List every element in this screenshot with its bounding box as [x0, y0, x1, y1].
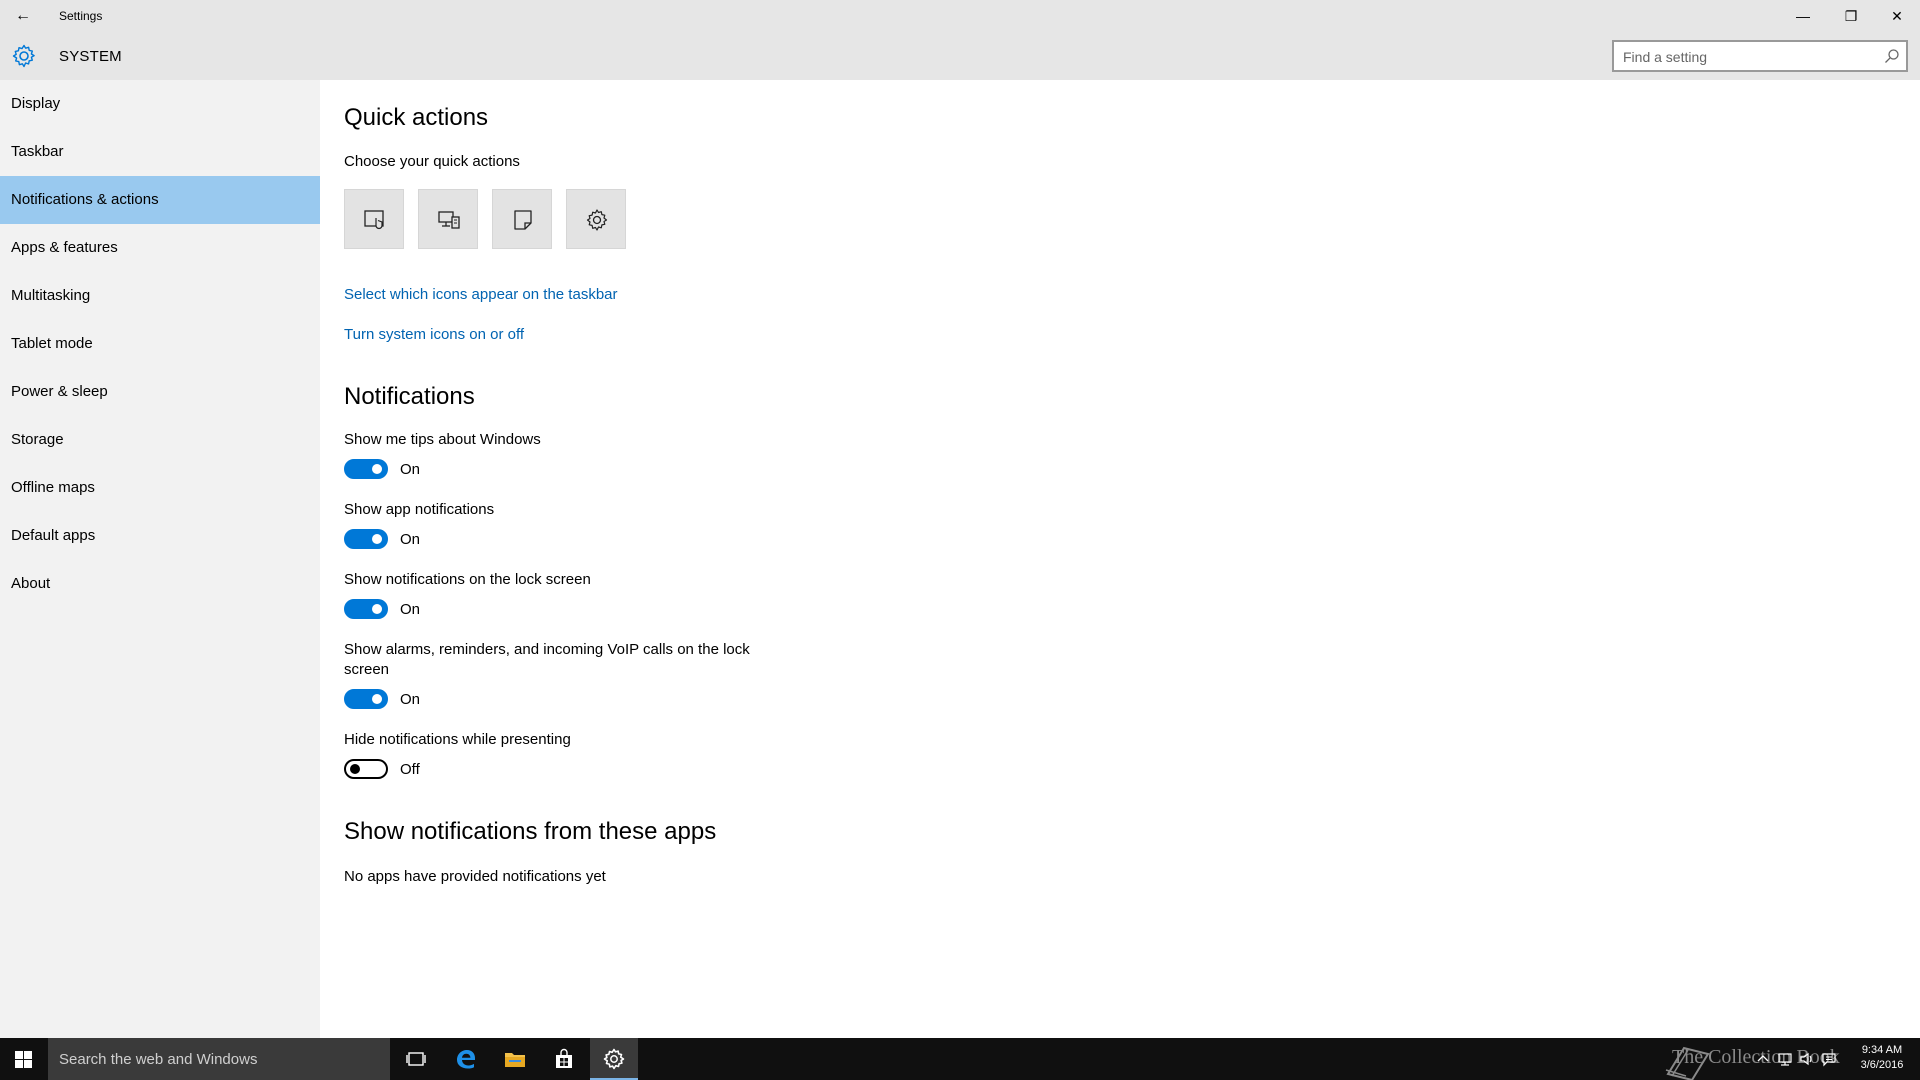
- task-view-icon: [406, 1052, 426, 1066]
- chevron-up-icon: [1757, 1055, 1769, 1062]
- search-placeholder: Find a setting: [1623, 49, 1708, 65]
- edge-browser-button[interactable]: [442, 1038, 490, 1080]
- edge-icon: [457, 1050, 475, 1069]
- taskbar-clock[interactable]: 9:34 AM 3/6/2016: [1852, 1043, 1912, 1073]
- tray-network-button[interactable]: [1774, 1038, 1796, 1080]
- sidebar-item-apps-features[interactable]: Apps & features: [0, 224, 320, 272]
- setting-label-alarms-line1: Show alarms, reminders, and incoming VoI…: [344, 641, 750, 658]
- taskbar-search-placeholder: Search the web and Windows: [59, 1051, 258, 1068]
- sidebar-item-notifications-actions[interactable]: Notifications & actions: [0, 176, 320, 224]
- settings-taskbar-button[interactable]: [590, 1038, 638, 1080]
- clock-time: 9:34 AM: [1861, 1044, 1903, 1056]
- file-explorer-button[interactable]: [491, 1038, 539, 1080]
- sidebar-item-default-apps[interactable]: Default apps: [0, 512, 320, 560]
- windows-logo-icon: [15, 1051, 32, 1068]
- sidebar-item-about[interactable]: About: [0, 560, 320, 608]
- taskbar: Search the web and Windows The Collectio…: [0, 1038, 1920, 1080]
- quick-actions-subheading: Choose your quick actions: [344, 153, 520, 170]
- tips-toggle-state: On: [400, 461, 421, 478]
- setting-label-app-notifications: Show app notifications: [344, 501, 495, 518]
- maximize-button[interactable]: ❐: [1828, 0, 1874, 32]
- select-taskbar-icons-link[interactable]: Select which icons appear on the taskbar: [344, 286, 618, 303]
- action-center-icon: [1822, 1053, 1836, 1067]
- main-content: Quick actions Choose your quick actions …: [320, 80, 1920, 1038]
- presenting-toggle-state: Off: [400, 761, 420, 778]
- note-icon: [514, 210, 532, 230]
- turn-system-icons-link[interactable]: Turn system icons on or off: [344, 326, 524, 343]
- alarms-toggle[interactable]: [344, 689, 388, 709]
- setting-label-lock-screen: Show notifications on the lock screen: [344, 571, 591, 588]
- task-view-button[interactable]: [392, 1038, 440, 1080]
- notifications-heading: Notifications: [344, 383, 475, 410]
- network-icon: [1778, 1053, 1792, 1066]
- sidebar-item-multitasking[interactable]: Multitasking: [0, 272, 320, 320]
- folder-icon: [505, 1053, 525, 1067]
- sidebar-item-taskbar[interactable]: Taskbar: [0, 128, 320, 176]
- presenting-toggle[interactable]: [344, 759, 388, 779]
- start-button[interactable]: [0, 1038, 48, 1080]
- toggle-knob: [372, 604, 382, 614]
- sidebar-item-offline-maps[interactable]: Offline maps: [0, 464, 320, 512]
- app-notifications-toggle[interactable]: [344, 529, 388, 549]
- tablet-mode-icon: [364, 210, 384, 230]
- quick-action-tile-project[interactable]: [418, 189, 478, 249]
- quick-action-tile-note[interactable]: [492, 189, 552, 249]
- all-settings-icon: [586, 209, 608, 231]
- gear-icon: [12, 44, 35, 68]
- find-setting-search[interactable]: Find a setting: [1612, 40, 1908, 72]
- toggle-knob: [372, 534, 382, 544]
- window-title: Settings: [59, 9, 103, 23]
- toggle-knob: [372, 694, 382, 704]
- no-apps-text: No apps have provided notifications yet: [344, 868, 606, 885]
- setting-label-presenting: Hide notifications while presenting: [344, 731, 571, 748]
- toggle-knob: [372, 464, 382, 474]
- section-title: SYSTEM: [59, 48, 122, 65]
- lock-screen-toggle-state: On: [400, 601, 421, 618]
- close-button[interactable]: ✕: [1874, 0, 1920, 32]
- back-arrow-icon[interactable]: ←: [12, 6, 34, 26]
- sidebar-item-display[interactable]: Display: [0, 80, 320, 128]
- settings-header: SYSTEM Find a setting: [0, 32, 1920, 80]
- title-bar: ← Settings — ❐ ✕: [0, 0, 1920, 32]
- taskbar-search-box[interactable]: Search the web and Windows: [48, 1038, 390, 1080]
- project-icon: [438, 211, 460, 229]
- quick-action-tile-tablet-mode[interactable]: [344, 189, 404, 249]
- tray-chevron-button[interactable]: [1752, 1038, 1774, 1080]
- toggle-knob: [350, 764, 360, 774]
- quick-actions-heading: Quick actions: [344, 104, 489, 131]
- apps-notifications-heading: Show notifications from these apps: [344, 818, 717, 845]
- sidebar-item-tablet-mode[interactable]: Tablet mode: [0, 320, 320, 368]
- search-icon: [1885, 49, 1899, 63]
- clock-date: 3/6/2016: [1860, 1059, 1904, 1071]
- tips-toggle[interactable]: [344, 459, 388, 479]
- app-notifications-toggle-state: On: [400, 531, 421, 548]
- store-button[interactable]: [540, 1038, 588, 1080]
- tray-action-center-button[interactable]: [1818, 1038, 1840, 1080]
- store-bag-icon: [556, 1048, 572, 1068]
- tray-volume-button[interactable]: [1796, 1038, 1818, 1080]
- settings-gear-icon: [603, 1048, 625, 1070]
- sidebar: Display Taskbar Notifications & actions …: [0, 80, 320, 1038]
- minimize-button[interactable]: —: [1780, 0, 1826, 32]
- setting-label-tips: Show me tips about Windows: [344, 431, 541, 448]
- alarms-toggle-state: On: [400, 691, 421, 708]
- sidebar-item-power-sleep[interactable]: Power & sleep: [0, 368, 320, 416]
- setting-label-alarms-line2: screen: [344, 661, 390, 678]
- lock-screen-toggle[interactable]: [344, 599, 388, 619]
- quick-action-tile-all-settings[interactable]: [566, 189, 626, 249]
- volume-icon: [1800, 1052, 1812, 1066]
- sidebar-item-storage[interactable]: Storage: [0, 416, 320, 464]
